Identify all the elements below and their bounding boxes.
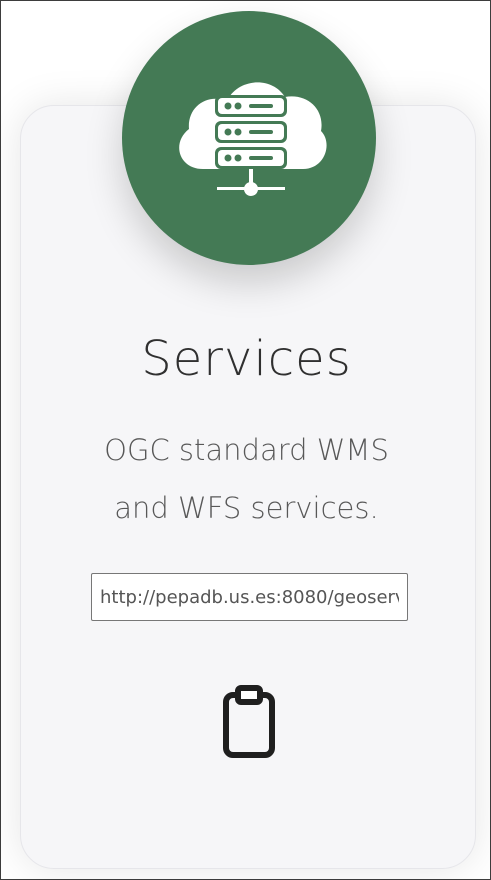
card-description: OGC standard WMS and WFS services.: [1, 421, 491, 537]
copy-url-button[interactable]: [221, 683, 277, 759]
cloud-server-icon: [179, 82, 327, 196]
service-url-input[interactable]: [91, 573, 408, 621]
icon-badge: [122, 11, 376, 265]
card-title: Services: [141, 331, 352, 387]
page-frame: Services OGC standard WMS and WFS servic…: [0, 0, 491, 880]
description-line-2: and WFS services.: [114, 491, 379, 525]
clipboard-icon: [223, 685, 275, 758]
description-line-1: OGC standard WMS: [104, 433, 389, 467]
